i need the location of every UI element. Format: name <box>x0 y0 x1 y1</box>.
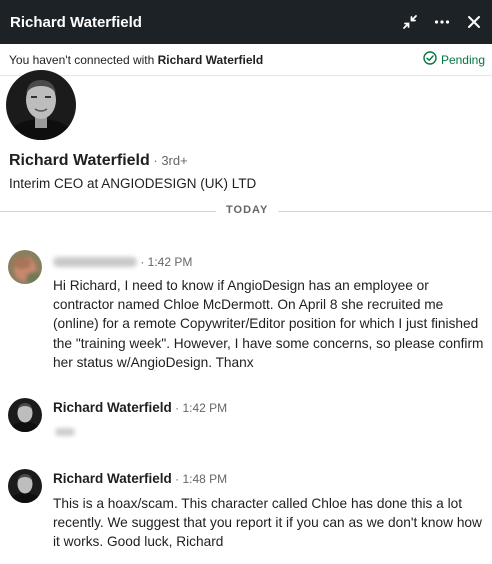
chat-header: Richard Waterfield <box>0 0 492 44</box>
sender-avatar[interactable] <box>8 469 42 503</box>
chat-title[interactable]: Richard Waterfield <box>10 14 402 31</box>
check-circle-icon <box>423 51 437 68</box>
connection-name[interactable]: Richard Waterfield <box>158 53 264 67</box>
date-divider-label: TODAY <box>216 204 279 216</box>
close-icon[interactable] <box>466 14 482 30</box>
profile-name[interactable]: Richard Waterfield · 3rd+ <box>9 152 188 170</box>
profile-avatar[interactable] <box>6 70 76 140</box>
message-meta: · 1:42 PM <box>53 254 192 269</box>
message-time: · 1:48 PM <box>171 472 228 486</box>
message-meta: Richard Waterfield · 1:48 PM <box>53 471 227 486</box>
more-icon[interactable] <box>434 14 450 30</box>
message-meta: Richard Waterfield · 1:42 PM <box>53 400 227 415</box>
sender-name[interactable]: Richard Waterfield <box>53 471 172 486</box>
message-text: This is a hoax/scam. This character call… <box>53 496 482 550</box>
connection-message: You haven't connected with Richard Water… <box>9 52 264 67</box>
message-time: · 1:42 PM <box>171 401 228 415</box>
sender-avatar[interactable] <box>8 398 42 432</box>
pending-status: Pending <box>423 51 485 68</box>
message-text-redacted <box>55 428 75 436</box>
message-time: · 1:42 PM <box>137 255 193 269</box>
sender-name-redacted <box>53 257 137 268</box>
minimize-icon[interactable] <box>402 14 418 30</box>
profile-headline: Interim CEO at ANGIODESIGN (UK) LTD <box>9 176 257 191</box>
message-text: Hi Richard, I need to know if AngioDesig… <box>53 278 484 370</box>
sender-avatar[interactable] <box>8 250 42 284</box>
sender-name[interactable]: Richard Waterfield <box>53 400 172 415</box>
connection-banner: You haven't connected with Richard Water… <box>0 44 492 76</box>
connection-degree: · 3rd+ <box>149 153 188 168</box>
